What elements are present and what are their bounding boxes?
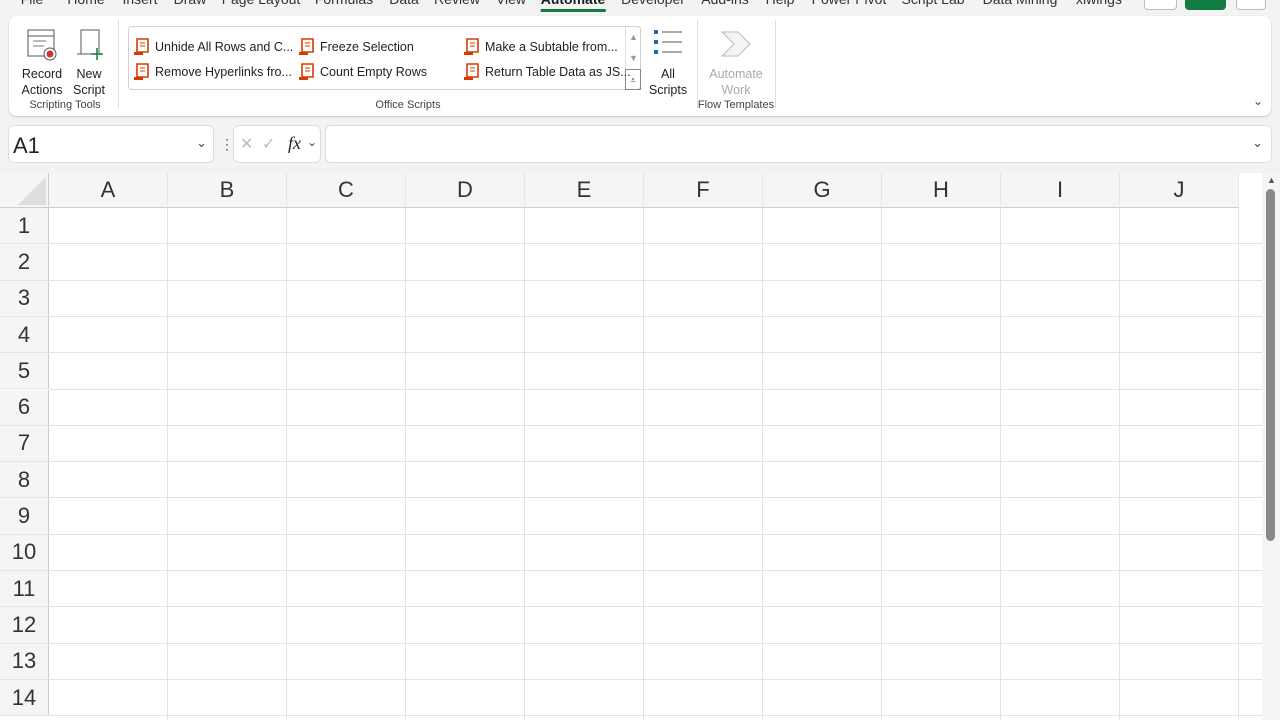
- chevron-down-icon[interactable]: ⌄: [196, 135, 207, 151]
- gallery-up-button[interactable]: ▲: [625, 27, 641, 48]
- column-header-C[interactable]: C: [287, 173, 406, 208]
- gridline: [49, 715, 1262, 717]
- record-icon: [27, 29, 57, 61]
- power-automate-icon: [720, 31, 751, 57]
- row-header-2[interactable]: 2: [0, 244, 49, 281]
- script-item[interactable]: Freeze Selection: [298, 38, 414, 56]
- gridline: [49, 279, 1262, 281]
- tab-draw[interactable]: Draw: [174, 0, 207, 7]
- row-header-11[interactable]: 11: [0, 571, 49, 608]
- gridline: [49, 497, 1262, 499]
- row-header-3[interactable]: 3: [0, 280, 49, 317]
- gridline: [49, 678, 1262, 680]
- tab-file[interactable]: File: [21, 0, 44, 7]
- script-icon: [299, 63, 314, 80]
- more-button[interactable]: [1236, 0, 1266, 10]
- tab-automate[interactable]: Automate: [540, 0, 605, 12]
- script-item[interactable]: Make a Subtable from...: [463, 38, 618, 56]
- tab-insert[interactable]: Insert: [122, 0, 157, 7]
- group-label-scripting-tools: Scripting Tools: [29, 99, 101, 111]
- tab-script-lab[interactable]: Script Lab: [901, 0, 964, 7]
- script-item[interactable]: Count Empty Rows: [298, 63, 427, 81]
- row-header-6[interactable]: 6: [0, 389, 49, 426]
- column-header-G[interactable]: G: [763, 173, 882, 208]
- tab-view[interactable]: View: [496, 0, 526, 7]
- more-options-icon[interactable]: ⋮: [220, 136, 234, 153]
- check-icon[interactable]: ✓: [262, 134, 275, 154]
- tab-home[interactable]: Home: [67, 0, 104, 7]
- row-header-9[interactable]: 9: [0, 498, 49, 535]
- row-header-14[interactable]: 14: [0, 679, 49, 717]
- chevron-down-icon[interactable]: ⌄: [307, 135, 317, 149]
- row-header-8[interactable]: 8: [0, 462, 49, 499]
- gridline: [49, 642, 1262, 644]
- script-item[interactable]: Unhide All Rows and C...: [133, 38, 293, 56]
- name-box[interactable]: A1 ⌄: [8, 125, 214, 163]
- tab-xlwings[interactable]: xlwings: [1076, 0, 1122, 7]
- script-icon: [134, 63, 149, 80]
- record-actions-button[interactable]: Record Actions: [20, 22, 64, 98]
- tab-formulas[interactable]: Formulas: [315, 0, 373, 7]
- column-header-A[interactable]: A: [49, 173, 168, 208]
- script-item[interactable]: Return Table Data as JS...: [463, 63, 631, 81]
- script-icon: [299, 38, 314, 55]
- column-header-E[interactable]: E: [525, 173, 644, 208]
- tab-developer[interactable]: Developer: [621, 0, 685, 7]
- script-icon: [134, 38, 149, 55]
- ribbon-tabs: File Home Insert Draw Page Layout Formulas Dat…: [0, 0, 1280, 12]
- row-header-12[interactable]: 12: [0, 607, 49, 644]
- row-header-7[interactable]: 7: [0, 425, 49, 463]
- gridline: [49, 606, 1262, 608]
- share-button[interactable]: [1185, 0, 1226, 10]
- comments-button[interactable]: [1144, 0, 1177, 10]
- tab-add-ins[interactable]: Add-ins: [701, 0, 748, 7]
- tab-page-layout[interactable]: Page Layout: [222, 0, 301, 7]
- script-item[interactable]: Remove Hyperlinks fro...: [133, 63, 292, 81]
- column-header-B[interactable]: B: [168, 173, 287, 208]
- scrollbar-thumb[interactable]: [1266, 189, 1275, 541]
- tab-data[interactable]: Data: [389, 0, 419, 7]
- select-all-button[interactable]: [0, 173, 49, 208]
- tab-data-mining[interactable]: Data Mining: [983, 0, 1058, 7]
- tab-help[interactable]: Help: [766, 0, 795, 7]
- row-header-10[interactable]: 10: [0, 534, 49, 571]
- gridline: [49, 570, 1262, 571]
- ribbon: Record Actions New Script Scripting Tool…: [9, 16, 1271, 116]
- gridline: [49, 352, 1262, 354]
- insert-function-button[interactable]: fx: [288, 133, 301, 154]
- tab-review[interactable]: Review: [434, 0, 480, 7]
- row-header-5[interactable]: 5: [0, 353, 49, 390]
- column-header-I[interactable]: I: [1001, 173, 1120, 208]
- automate-work-button[interactable]: Automate Work: [705, 22, 767, 98]
- all-scripts-button[interactable]: All Scripts: [646, 22, 690, 98]
- gridline: [49, 533, 1262, 535]
- gridline: [49, 424, 1262, 426]
- tab-power-pivot[interactable]: Power Pivot: [812, 0, 887, 7]
- list-icon: [654, 30, 682, 54]
- group-label-flow-templates: Flow Templates: [697, 99, 775, 111]
- script-icon: [464, 63, 479, 80]
- new-script-icon: [77, 29, 103, 60]
- script-icon: [464, 38, 479, 55]
- expand-formula-bar-icon[interactable]: ⌄: [1252, 135, 1263, 151]
- vertical-scrollbar[interactable]: ▲: [1262, 173, 1280, 720]
- group-label-office-scripts: Office Scripts: [375, 99, 441, 111]
- gridline: [49, 243, 1262, 245]
- column-header-D[interactable]: D: [406, 173, 525, 208]
- formula-input[interactable]: ⌄: [325, 125, 1272, 163]
- spreadsheet-grid[interactable]: A B C D E F G H I J 1 2 3 4 5 6 7 8 9 10 11 12 13 14: [0, 173, 1262, 720]
- row-header-4[interactable]: 4: [0, 316, 49, 354]
- new-script-button[interactable]: New Script: [69, 22, 109, 98]
- gridline: [49, 388, 1262, 390]
- gridline: [49, 315, 1262, 317]
- collapse-ribbon-icon[interactable]: ⌄: [1253, 94, 1263, 108]
- column-header-H[interactable]: H: [882, 173, 1001, 208]
- cancel-icon[interactable]: ✕: [240, 134, 253, 154]
- gridline: [49, 461, 1262, 463]
- column-header-J[interactable]: J: [1120, 173, 1239, 208]
- row-header-13[interactable]: 13: [0, 643, 49, 680]
- row-header-1[interactable]: 1: [0, 208, 49, 245]
- formula-actions: ✕ ✓ fx ⌄: [233, 125, 321, 163]
- column-header-F[interactable]: F: [644, 173, 763, 208]
